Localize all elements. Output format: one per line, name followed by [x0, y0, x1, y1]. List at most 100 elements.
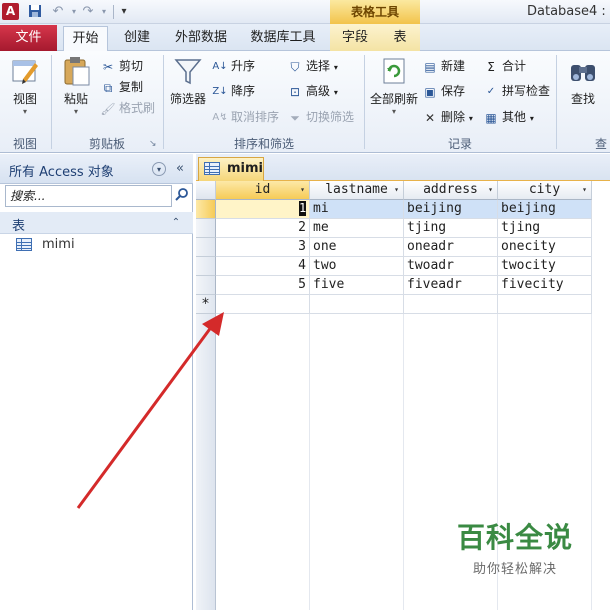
column-header-label: address: [423, 182, 478, 197]
delete-dropdown-icon: ▾: [468, 114, 473, 123]
column-dropdown-icon[interactable]: ▾: [582, 181, 587, 199]
totals-button[interactable]: Σ 合计: [483, 57, 526, 75]
new-record-cell[interactable]: [310, 295, 404, 314]
table-cell[interactable]: 4: [216, 257, 310, 276]
new-record-cell[interactable]: [216, 295, 310, 314]
delete-icon: ✕: [424, 110, 436, 125]
tab-create[interactable]: 创建: [117, 26, 157, 51]
toggle-filter-button[interactable]: ⏷ 切换筛选: [287, 108, 354, 126]
table-cell[interactable]: beijing: [404, 200, 498, 219]
table-cell[interactable]: 5: [216, 276, 310, 295]
view-button[interactable]: 视图 ▾: [6, 55, 44, 116]
tab-external-data[interactable]: 外部数据: [170, 26, 232, 51]
select-all-corner[interactable]: [196, 181, 216, 200]
new-record-selector[interactable]: *: [196, 295, 216, 314]
delete-record-button[interactable]: ✕ 删除 ▾: [422, 108, 473, 126]
table-cell[interactable]: 2: [216, 219, 310, 238]
table-cell[interactable]: tjing: [498, 219, 592, 238]
more-button[interactable]: ▦ 其他 ▾: [483, 108, 534, 126]
table-cell[interactable]: 1: [216, 200, 310, 219]
table-cell[interactable]: one: [310, 238, 404, 257]
new-record-cell[interactable]: [404, 295, 498, 314]
column-header-label: city: [528, 182, 561, 197]
text-cursor: 1: [299, 201, 307, 216]
table-cell[interactable]: beijing: [498, 200, 592, 219]
format-painter-button[interactable]: 🖌 格式刷: [100, 99, 155, 117]
nav-group-tables[interactable]: 表 ⌃: [0, 212, 193, 234]
table-cell[interactable]: 3: [216, 238, 310, 257]
refresh-all-button[interactable]: 全部刷新 ▾: [368, 55, 420, 116]
find-button[interactable]: 查找: [564, 55, 602, 107]
table-cell[interactable]: twoadr: [404, 257, 498, 276]
redo-dropdown-icon[interactable]: ▾: [96, 4, 112, 20]
redo-icon[interactable]: ↷: [80, 4, 96, 20]
nav-menu-dropdown-icon[interactable]: ▾: [152, 162, 166, 176]
watermark-logo: 百科全说 助你轻松解决: [440, 520, 590, 586]
column-header-lastname[interactable]: lastname ▾: [310, 181, 404, 200]
record-selector[interactable]: [196, 238, 216, 257]
record-selector[interactable]: [196, 219, 216, 238]
column-dropdown-icon[interactable]: ▾: [488, 181, 493, 199]
filter-button[interactable]: 筛选器: [167, 55, 209, 107]
nav-search-input[interactable]: 搜索...: [5, 185, 172, 207]
clear-sort-button[interactable]: A↯ 取消排序: [212, 108, 279, 126]
group-clipboard-label: 剪贴板: [88, 137, 125, 151]
tab-home[interactable]: 开始: [63, 26, 108, 51]
cut-button[interactable]: ✂ 剪切: [100, 57, 143, 75]
column-header-city[interactable]: city ▾: [498, 181, 592, 200]
customize-quick-access-icon[interactable]: ▾: [116, 4, 132, 20]
table-cell[interactable]: two: [310, 257, 404, 276]
record-selector[interactable]: [196, 257, 216, 276]
advanced-button[interactable]: ⊡ 高级 ▾: [287, 82, 338, 100]
copy-button[interactable]: ⧉ 复制: [100, 78, 143, 96]
sort-ascending-button[interactable]: A↓ 升序: [212, 57, 255, 75]
search-icon[interactable]: [173, 187, 191, 205]
format-painter-icon: 🖌: [100, 101, 116, 116]
nav-collapse-icon[interactable]: «: [172, 161, 188, 177]
table-cell[interactable]: twocity: [498, 257, 592, 276]
undo-icon[interactable]: ↶: [50, 4, 66, 20]
group-view-label: 视图: [12, 137, 37, 151]
totals-label: 合计: [502, 59, 527, 73]
tab-table[interactable]: 表: [385, 26, 415, 51]
tab-fields[interactable]: 字段: [335, 26, 375, 51]
column-dropdown-icon[interactable]: ▾: [300, 181, 305, 199]
grid-line: [591, 314, 592, 610]
record-selector[interactable]: [196, 200, 216, 219]
record-selector[interactable]: [196, 276, 216, 295]
selection-icon: ⛉: [290, 59, 300, 74]
table-cell[interactable]: tjing: [404, 219, 498, 238]
tab-file[interactable]: 文件: [0, 25, 57, 51]
save-icon[interactable]: [27, 4, 43, 20]
spelling-icon: ✓: [486, 85, 496, 97]
table-cell[interactable]: fiveadr: [404, 276, 498, 295]
table-cell[interactable]: oneadr: [404, 238, 498, 257]
table-cell[interactable]: five: [310, 276, 404, 295]
view-icon: [12, 60, 38, 84]
binoculars-icon: [571, 65, 595, 81]
selection-button[interactable]: ⛉ 选择 ▾: [287, 57, 337, 75]
new-record-cell[interactable]: [498, 295, 592, 314]
nav-item-mimi[interactable]: mimi: [0, 234, 193, 256]
document-tab-mimi[interactable]: mimi: [198, 157, 264, 181]
document-tab-bar: mimi: [196, 154, 610, 181]
table-cell[interactable]: mi: [310, 200, 404, 219]
table-cell[interactable]: me: [310, 219, 404, 238]
group-collapse-icon[interactable]: ⌃: [168, 215, 184, 231]
table-cell[interactable]: onecity: [498, 238, 592, 257]
spelling-button[interactable]: ✓ 拼写检查: [483, 82, 550, 100]
clipboard-launcher-icon[interactable]: ↘: [149, 135, 157, 153]
sort-descending-button[interactable]: Z↓ 降序: [212, 82, 255, 100]
tab-database-tools[interactable]: 数据库工具: [245, 26, 321, 51]
totals-icon: Σ: [487, 59, 495, 74]
paste-button[interactable]: 粘贴 ▾: [58, 55, 94, 116]
nav-header[interactable]: 所有 Access 对象 ▾ «: [0, 154, 193, 184]
access-app-icon[interactable]: A: [2, 3, 19, 20]
navigation-pane: 所有 Access 对象 ▾ « 搜索... 表 ⌃ mimi: [0, 154, 193, 610]
column-header-address[interactable]: address ▾: [404, 181, 498, 200]
save-record-button[interactable]: ▣ 保存: [422, 82, 465, 100]
column-dropdown-icon[interactable]: ▾: [394, 181, 399, 199]
table-cell[interactable]: fivecity: [498, 276, 592, 295]
column-header-id[interactable]: id ▾: [216, 181, 310, 200]
new-record-button[interactable]: ▤ 新建: [422, 57, 465, 75]
